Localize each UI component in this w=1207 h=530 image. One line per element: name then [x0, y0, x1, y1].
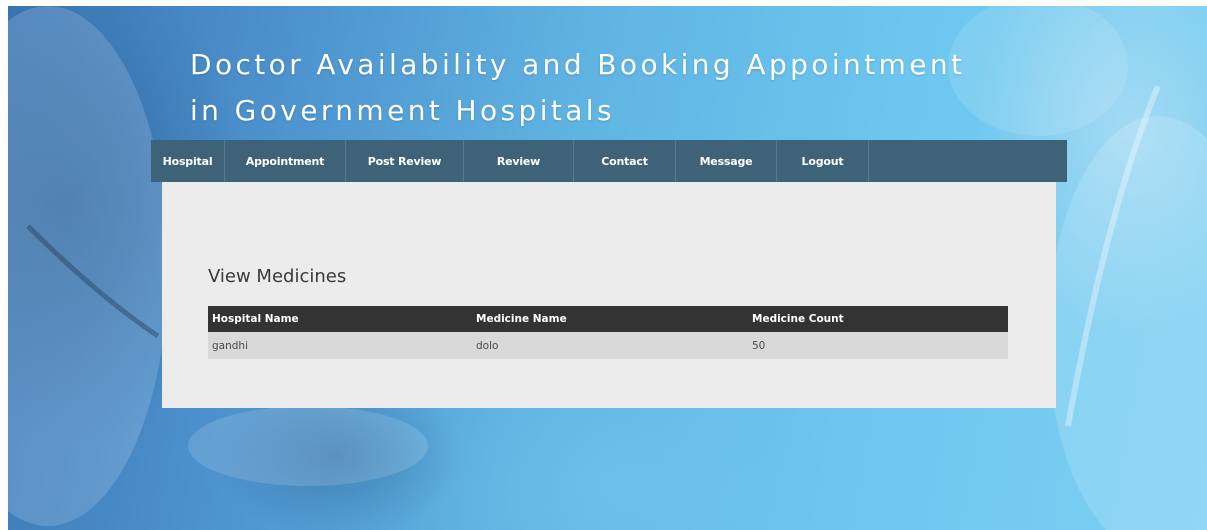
- nav-item-logout[interactable]: Logout: [777, 140, 869, 182]
- site-title-line1: Doctor Availability and Booking Appointm…: [190, 48, 966, 81]
- table-header-row: Hospital Name Medicine Name Medicine Cou…: [208, 306, 1008, 332]
- site-title: Doctor Availability and Booking Appointm…: [190, 42, 965, 134]
- cell-medicine-count: 50: [748, 332, 1008, 359]
- column-header-hospital-name: Hospital Name: [208, 306, 472, 332]
- content-panel: View Medicines Hospital Name Medicine Na…: [162, 182, 1056, 408]
- nav-item-review[interactable]: Review: [464, 140, 574, 182]
- cell-medicine-name: dolo: [472, 332, 748, 359]
- table-row: gandhi dolo 50: [208, 332, 1008, 359]
- nav-item-hospital[interactable]: Hospital: [151, 140, 225, 182]
- page-heading: View Medicines: [208, 266, 347, 287]
- page-background: Doctor Availability and Booking Appointm…: [8, 6, 1207, 530]
- medicines-table: Hospital Name Medicine Name Medicine Cou…: [208, 306, 1008, 359]
- cell-hospital-name: gandhi: [208, 332, 472, 359]
- nav-item-appointment[interactable]: Appointment: [225, 140, 346, 182]
- main-nav: Hospital Appointment Post Review Review …: [151, 140, 1067, 182]
- column-header-medicine-name: Medicine Name: [472, 306, 748, 332]
- nav-item-post-review[interactable]: Post Review: [346, 140, 464, 182]
- site-title-line2: in Government Hospitals: [190, 94, 615, 127]
- nav-item-contact[interactable]: Contact: [574, 140, 676, 182]
- nav-item-message[interactable]: Message: [676, 140, 777, 182]
- column-header-medicine-count: Medicine Count: [748, 306, 1008, 332]
